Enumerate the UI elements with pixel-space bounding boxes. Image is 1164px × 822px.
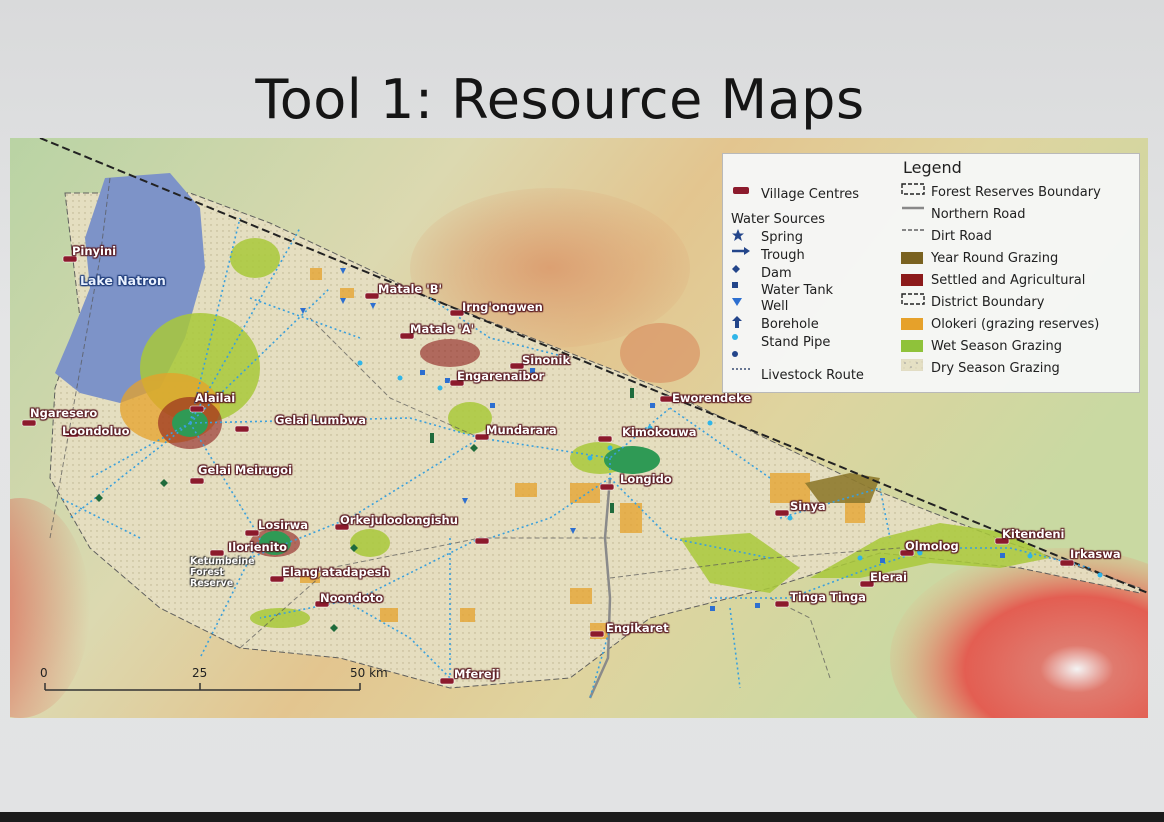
legend-label: Trough <box>761 247 805 263</box>
place-label: Engarenaibor <box>457 369 545 383</box>
place-label: Losirwa <box>258 518 309 532</box>
legend-label: Livestock Route <box>761 367 864 383</box>
legend-label: Dirt Road <box>931 228 992 244</box>
resource-map: Pinyini Lake Natron Matale 'B' Irng'ongw… <box>10 138 1148 718</box>
scale-label-50: 50 km <box>350 666 388 680</box>
place-label: Tinga Tinga <box>790 590 866 604</box>
place-label: Elerai <box>870 570 907 584</box>
legend-item: Dirt Road <box>901 227 992 245</box>
forest-label-line: Ketumbeine <box>190 556 255 567</box>
settled-swatch-icon <box>901 273 923 287</box>
place-label: Matale 'A' <box>410 322 475 336</box>
legend-label: Spring <box>761 229 803 245</box>
dashed-box-icon <box>901 293 925 309</box>
place-label: Alailai <box>195 391 236 405</box>
legend-label: Water Sources <box>731 211 825 227</box>
arrow-up-icon <box>731 316 753 331</box>
place-label: Kitendeni <box>1002 527 1065 541</box>
map-legend: Legend Village Centres Water Sources Spr… <box>722 153 1140 393</box>
place-label: Olmolog <box>905 539 959 553</box>
place-label: Noondoto <box>320 591 384 605</box>
forest-label-line: Reserve <box>190 578 234 589</box>
hill-relief <box>620 323 700 383</box>
scale-label-0: 0 <box>40 666 48 680</box>
legend-item: Dam <box>731 264 792 282</box>
place-label: Kimokouwa <box>622 425 697 439</box>
legend-item: District Boundary <box>901 293 1044 311</box>
legend-item: Stand Pipe <box>731 333 830 351</box>
place-label: Ilorienito <box>228 540 288 554</box>
place-label: Gelai Meirugoi <box>198 463 293 477</box>
legend-label: Water Tank <box>761 282 834 298</box>
place-label: Orkejuloolongishu <box>340 513 458 527</box>
legend-item: Forest Reserves Boundary <box>901 183 1101 201</box>
place-label: Irkaswa <box>1070 547 1121 561</box>
dot-icon <box>731 351 753 366</box>
legend-item: Settled and Agricultural <box>901 271 1085 289</box>
diamond-icon <box>731 265 753 280</box>
place-label: Loondoluo <box>62 424 130 438</box>
place-label: Gelai Lumbwa <box>275 413 367 427</box>
legend-item: Borehole <box>731 315 819 333</box>
legend-item: Wet Season Grazing <box>901 337 1062 355</box>
slide-title: Tool 1: Resource Maps <box>255 68 865 131</box>
dotted-line-icon <box>731 368 753 382</box>
year-round-swatch-icon <box>901 251 923 265</box>
legend-label: Wet Season Grazing <box>931 338 1062 354</box>
triangle-down-icon <box>731 298 753 313</box>
square-icon <box>731 282 753 297</box>
legend-label: Settled and Agricultural <box>931 272 1086 288</box>
circle-icon <box>731 334 753 349</box>
legend-title: Legend <box>903 158 962 177</box>
screen-bezel <box>0 812 1164 822</box>
lake-label: Lake Natron <box>80 273 166 288</box>
legend-label: District Boundary <box>931 294 1045 310</box>
place-label: Elang'atadapesh <box>282 565 390 579</box>
place-label: Longido <box>620 472 672 486</box>
legend-item: Olokeri (grazing reserves) <box>901 315 1099 333</box>
legend-label: Northern Road <box>931 206 1026 222</box>
legend-label: Stand Pipe <box>761 334 831 350</box>
legend-item: Dry Season Grazing <box>901 359 1060 377</box>
place-label: Sinya <box>790 499 826 513</box>
legend-item: Well <box>731 297 788 315</box>
place-label: Eworendeke <box>672 391 752 405</box>
forest-reserve-label: Ketumbeine Forest Reserve <box>190 556 255 589</box>
legend-label: Olokeri (grazing reserves) <box>931 316 1100 332</box>
legend-label: Well <box>761 298 789 314</box>
solid-line-icon <box>901 206 924 221</box>
place-label: Mundarara <box>486 423 557 437</box>
dry-season-swatch-icon <box>901 359 923 375</box>
legend-item: Livestock Route <box>731 366 864 384</box>
place-label: Mfereji <box>454 667 500 681</box>
dashed-box-icon <box>901 183 925 199</box>
place-label: Irng'ongwen <box>462 300 543 314</box>
scale-label-25: 25 <box>192 666 208 680</box>
arrow-right-icon <box>731 247 753 262</box>
legend-item: Spring <box>731 228 803 246</box>
wet-season-swatch-icon <box>901 339 923 353</box>
place-label: Ngaresero <box>30 406 98 420</box>
legend-item: Year Round Grazing <box>901 249 1058 267</box>
place-label: Pinyini <box>72 244 117 258</box>
legend-label: Forest Reserves Boundary <box>931 184 1101 200</box>
place-label: Engikaret <box>606 621 669 635</box>
place-label: Sinonik <box>522 353 571 367</box>
olokeri-swatch-icon <box>901 317 923 331</box>
star-icon <box>731 229 753 244</box>
legend-item: Trough <box>731 246 805 264</box>
legend-label: Year Round Grazing <box>931 250 1059 266</box>
legend-label: Dry Season Grazing <box>931 360 1060 376</box>
legend-item: Northern Road <box>901 205 1025 223</box>
place-label: Matale 'B' <box>378 282 443 296</box>
legend-item: Water Sources <box>731 210 825 228</box>
legend-label: Borehole <box>761 316 819 332</box>
legend-label: Village Centres <box>761 186 860 202</box>
dash-line-icon <box>901 229 924 243</box>
village-icon <box>731 187 753 201</box>
legend-label: Dam <box>761 265 792 281</box>
legend-item: Village Centres <box>731 185 859 203</box>
forest-label-line: Forest <box>190 567 224 578</box>
